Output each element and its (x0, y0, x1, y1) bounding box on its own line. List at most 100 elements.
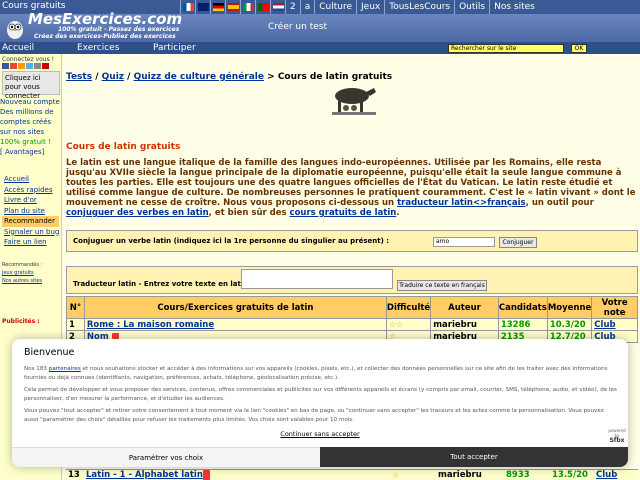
twitter-icon[interactable] (26, 63, 33, 69)
sidebar-item-accueil[interactable]: Accueil (4, 174, 59, 185)
top-nav: 2 a Culture Jeux TousLesCours Outils Nos… (180, 0, 539, 14)
top-nav-outils[interactable]: Outils (454, 0, 489, 14)
table-row: 13 Latin - 1 - Alphabet latin ☆ mariebru… (66, 469, 638, 480)
search-ok-button[interactable]: OK (571, 44, 587, 53)
top-nav-nos-sites[interactable]: Nos sites (489, 0, 539, 14)
flag-de-icon[interactable] (210, 0, 225, 14)
flag-pt-icon[interactable] (255, 0, 270, 14)
nav-accueil[interactable]: Accueil (2, 42, 34, 54)
page-title: Cours de latin gratuits (66, 142, 181, 152)
table-row: 1 Rome : La maison romaine ☆☆ mariebru 1… (66, 318, 638, 331)
promo-line: Des millions de (0, 108, 54, 116)
difficulty-stars-icon: ☆☆ (388, 319, 404, 329)
heart-icon[interactable] (42, 63, 49, 69)
sidebar-item-livre-or[interactable]: Livre d'or (4, 195, 59, 206)
sidebar-item-acces-rapides[interactable]: Accès rapides (4, 185, 59, 196)
promo-line[interactable]: Nouveau compte (0, 97, 62, 107)
sidebar-item-recommander[interactable]: Recommander (2, 216, 60, 227)
conjugate-form: Conjuguer un verbe latin (indiquez ici l… (66, 230, 638, 252)
nav-participer[interactable]: Participer (153, 42, 196, 54)
col-header-note: Votre note (591, 296, 638, 319)
top-nav-item-2[interactable]: 2 (285, 0, 300, 14)
intro-part: , un outil pour (525, 198, 594, 208)
promo-line: comptes créés (0, 118, 52, 126)
owl-logo-icon (7, 21, 23, 39)
cookie-consent-modal: Bienvenue Nos 183 partenaires et nous so… (12, 339, 628, 467)
mail-icon[interactable] (34, 63, 41, 69)
breadcrumb-current: Cours de latin gratuits (277, 72, 393, 82)
flag-es-icon[interactable] (225, 0, 240, 14)
signup-promo[interactable]: Nouveau compte Des millions de comptes c… (0, 97, 62, 157)
col-header-n: N° (66, 296, 85, 319)
club-link[interactable]: Club (594, 320, 615, 330)
create-test-link[interactable]: Créer un test (268, 22, 327, 32)
recommended-section: Recommandés : Jeux gratuits Nos autres s… (2, 261, 42, 285)
intro-part: . (396, 208, 400, 218)
sidebar-links: Accueil Accès rapides Livre d'or Plan du… (2, 174, 60, 248)
promo-line: sur nos sites (0, 128, 45, 136)
logo-subtitle-2: Créez des exercices-Publiez des exercice… (34, 33, 176, 40)
top-nav-jeux[interactable]: Jeux (356, 0, 384, 14)
cookie-title: Bienvenue (24, 347, 75, 358)
site-logo[interactable]: MesExercices.com 100% gratuit - Passez d… (0, 10, 196, 42)
promo-free: 100% gratuit ! (0, 138, 51, 146)
login-button[interactable]: Cliquez ici pour vous connecter (2, 71, 60, 100)
sidebar-item-signaler-bug[interactable]: Signaler un bug (4, 227, 59, 238)
translator-link[interactable]: traducteur latin<>français (397, 198, 526, 208)
breadcrumb-quizz-culture[interactable]: Quizz de culture générale (134, 72, 264, 82)
col-header-author: Auteur (430, 296, 499, 319)
flag-fr-icon[interactable] (180, 0, 195, 14)
nav-exercices[interactable]: Exercices (77, 42, 119, 54)
conjugate-input[interactable]: amo (433, 237, 495, 247)
conjugate-button[interactable]: Conjuguer (499, 237, 537, 248)
top-nav-culture[interactable]: Culture (314, 0, 356, 14)
translate-textarea[interactable] (241, 269, 393, 289)
average: 10.3/20 (546, 318, 593, 331)
cookie-body: Nos 183 partenaires et nous souhaitons s… (24, 365, 618, 429)
col-header-difficulty: Difficulté (385, 296, 432, 319)
conjugate-link[interactable]: conjuguer des verbes en latin (66, 208, 209, 218)
top-nav-item-a[interactable]: a (299, 0, 315, 14)
accept-all-button[interactable]: Tout accepter (320, 447, 628, 467)
flag-uk-icon[interactable] (195, 0, 210, 14)
reco-link-jeux[interactable]: Jeux gratuits (2, 269, 42, 277)
continue-without-accepting-link[interactable]: Continuer sans accepter (12, 430, 628, 438)
search-input[interactable]: Rechercher sur le site (448, 44, 564, 53)
sfbx-logo: powered by Sfbx (608, 428, 626, 444)
google-icon[interactable] (10, 63, 17, 69)
recommended-title: Recommandés : (2, 262, 43, 268)
cookie-text: Nos 183 (24, 366, 49, 372)
top-nav-touslescours[interactable]: TousLesCours (384, 0, 454, 14)
configure-choices-button[interactable]: Paramétrer vos choix (12, 447, 320, 467)
sidebar-item-faire-lien[interactable]: Faire un lien (4, 237, 59, 248)
course-link[interactable]: Latin - 1 - Alphabet latin (86, 470, 203, 480)
advantages-link[interactable]: [ Avantages] (0, 147, 62, 157)
social-icons (2, 63, 49, 69)
course-link[interactable]: Rome : La maison romaine (87, 320, 214, 330)
breadcrumb-quiz[interactable]: Quiz (102, 72, 124, 82)
col-header-candidates: Candidats (497, 296, 548, 319)
cookie-text: et nous souhaitons stocker et accéder à … (24, 366, 608, 381)
club-link[interactable]: Club (596, 470, 617, 480)
conjugate-label: Conjuguer un verbe latin (indiquez ici l… (73, 237, 390, 245)
sidebar-item-plan-du-site[interactable]: Plan du site (4, 206, 59, 217)
breadcrumb: Tests / Quiz / Quizz de culture générale… (66, 72, 393, 82)
candidates: 8933 (506, 470, 530, 480)
col-header-title: Cours/Exercices gratuits de latin (83, 296, 387, 319)
courses-link[interactable]: cours gratuits de latin (290, 208, 397, 218)
flag-it-icon[interactable] (240, 0, 255, 14)
flag-nl-icon[interactable] (270, 0, 285, 14)
author: mariebru (438, 470, 482, 480)
translate-button[interactable]: Traduire ce texte en français (397, 280, 487, 291)
cookie-text: Cela permet de développer et vous propos… (24, 387, 617, 402)
logo-subtitle-1: 100% gratuit - Passez des exercices (58, 26, 180, 33)
average: 13.5/20 (552, 470, 588, 480)
reco-link-sites[interactable]: Nos autres sites (2, 277, 42, 285)
capitoline-wolf-image (332, 88, 376, 115)
rss-icon[interactable] (18, 63, 25, 69)
sfbx-brand-icon: Sfbx (609, 437, 625, 444)
connect-prompt: Connectez vous ! (2, 56, 55, 63)
breadcrumb-tests[interactable]: Tests (66, 72, 92, 82)
partners-link[interactable]: partenaires (49, 366, 81, 372)
facebook-icon[interactable] (2, 63, 9, 69)
